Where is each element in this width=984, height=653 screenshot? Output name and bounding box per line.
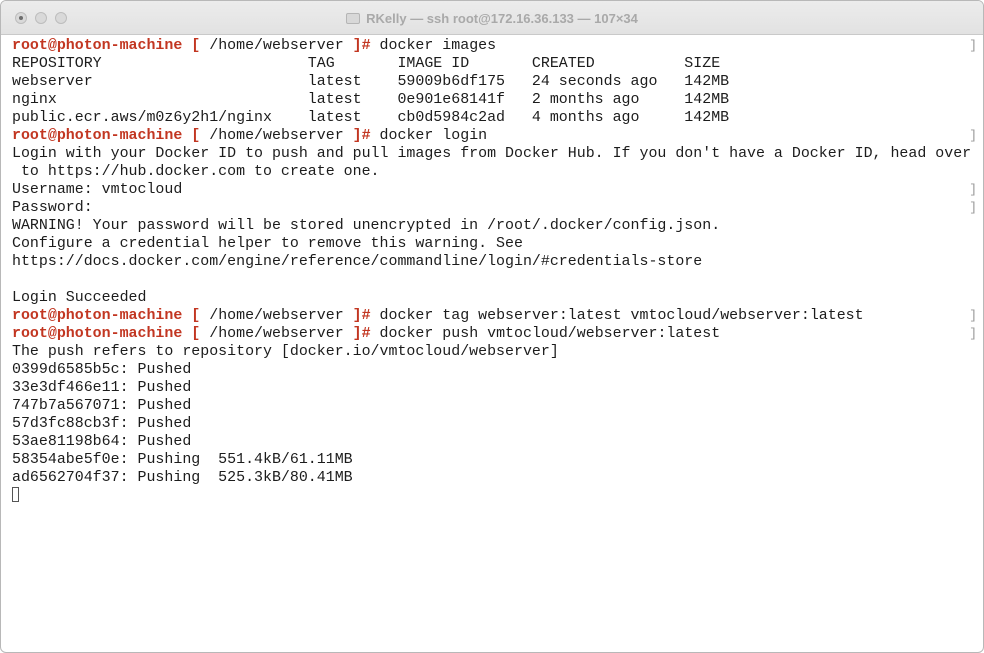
- output-text: 57d3fc88cb3f: Pushed: [12, 416, 192, 432]
- prompt-user-host: root@photon-machine: [12, 326, 183, 342]
- prompt-path: /home/webserver: [200, 308, 353, 324]
- output-line: public.ecr.aws/m0z6y2h1/nginx latest cb0…: [12, 109, 983, 127]
- shell-prompt: root@photon-machine [ /home/webserver ]#: [12, 326, 371, 342]
- prompt-open-bracket: [: [191, 128, 201, 144]
- output-text: ad6562704f37: Pushing 525.3kB/80.41MB: [12, 470, 353, 486]
- output-text: WARNING! Your password will be stored un…: [12, 218, 721, 234]
- output-text: Username: vmtocloud: [12, 182, 183, 198]
- output-text: Configure a credential helper to remove …: [12, 236, 523, 252]
- output-text: 747b7a567071: Pushed: [12, 398, 192, 414]
- output-line: Password:]: [12, 199, 983, 217]
- output-text: Login with your Docker ID to push and pu…: [12, 146, 972, 162]
- prompt-user-host: root@photon-machine: [12, 128, 183, 144]
- line-mark: ]: [969, 182, 977, 197]
- command-line: root@photon-machine [ /home/webserver ]#…: [12, 127, 983, 145]
- output-line: Login with your Docker ID to push and pu…: [12, 145, 983, 163]
- output-text: to https://hub.docker.com to create one.: [12, 164, 380, 180]
- output-line: Login Succeeded: [12, 289, 983, 307]
- prompt-path: /home/webserver: [200, 326, 353, 342]
- text-cursor[interactable]: [12, 487, 19, 502]
- window-title: RKelly — ssh root@172.16.36.133 — 107×34: [366, 10, 638, 26]
- output-line: 53ae81198b64: Pushed: [12, 433, 983, 451]
- line-mark: ]: [969, 326, 977, 341]
- prompt-close-bracket: ]#: [352, 128, 371, 144]
- output-line: WARNING! Your password will be stored un…: [12, 217, 983, 235]
- output-text: 58354abe5f0e: Pushing 551.4kB/61.11MB: [12, 452, 353, 468]
- line-mark: ]: [969, 128, 977, 143]
- output-text: REPOSITORY TAG IMAGE ID CREATED SIZE: [12, 56, 721, 72]
- prompt-open-bracket: [: [191, 38, 201, 54]
- output-text: Login Succeeded: [12, 290, 147, 306]
- prompt-path: /home/webserver: [200, 38, 353, 54]
- output-line: The push refers to repository [docker.io…: [12, 343, 983, 361]
- prompt-open-bracket: [: [191, 326, 201, 342]
- line-mark: ]: [969, 308, 977, 323]
- window-title-wrap: RKelly — ssh root@172.16.36.133 — 107×34: [1, 1, 983, 35]
- output-text: 0399d6585b5c: Pushed: [12, 362, 192, 378]
- output-line: Configure a credential helper to remove …: [12, 235, 983, 253]
- prompt-open-bracket: [: [191, 308, 201, 324]
- output-text: Password:: [12, 200, 93, 216]
- prompt-close-bracket: ]#: [352, 308, 371, 324]
- folder-icon: [346, 12, 361, 24]
- command-text: docker login: [370, 128, 488, 144]
- output-text: public.ecr.aws/m0z6y2h1/nginx latest cb0…: [12, 110, 730, 126]
- output-line: 747b7a567071: Pushed: [12, 397, 983, 415]
- output-line: REPOSITORY TAG IMAGE ID CREATED SIZE: [12, 55, 983, 73]
- terminal-window: RKelly — ssh root@172.16.36.133 — 107×34…: [0, 0, 984, 653]
- prompt-user-host: root@photon-machine: [12, 308, 183, 324]
- output-line: 57d3fc88cb3f: Pushed: [12, 415, 983, 433]
- prompt-path: /home/webserver: [200, 128, 353, 144]
- output-line: nginx latest 0e901e68141f 2 months ago 1…: [12, 91, 983, 109]
- prompt-close-bracket: ]#: [352, 38, 371, 54]
- output-line: to https://hub.docker.com to create one.: [12, 163, 983, 181]
- output-text: 53ae81198b64: Pushed: [12, 434, 192, 450]
- output-line: ad6562704f37: Pushing 525.3kB/80.41MB: [12, 469, 983, 487]
- output-line: 0399d6585b5c: Pushed: [12, 361, 983, 379]
- output-line: Username: vmtocloud]: [12, 181, 983, 199]
- command-line: root@photon-machine [ /home/webserver ]#…: [12, 325, 983, 343]
- title-bar[interactable]: RKelly — ssh root@172.16.36.133 — 107×34: [1, 1, 983, 35]
- output-line: webserver latest 59009b6df175 24 seconds…: [12, 73, 983, 91]
- prompt-close-bracket: ]#: [352, 326, 371, 342]
- output-text: https://docs.docker.com/engine/reference…: [12, 254, 703, 270]
- command-text: docker images: [370, 38, 497, 54]
- line-mark: ]: [969, 38, 977, 53]
- output-line: 58354abe5f0e: Pushing 551.4kB/61.11MB: [12, 451, 983, 469]
- command-text: docker tag webserver:latest vmtocloud/we…: [370, 308, 864, 324]
- terminal-output[interactable]: root@photon-machine [ /home/webserver ]#…: [1, 37, 983, 652]
- output-text: 33e3df466e11: Pushed: [12, 380, 192, 396]
- output-text: nginx latest 0e901e68141f 2 months ago 1…: [12, 92, 730, 108]
- shell-prompt: root@photon-machine [ /home/webserver ]#: [12, 128, 371, 144]
- command-text: docker push vmtocloud/webserver:latest: [370, 326, 721, 342]
- prompt-user-host: root@photon-machine: [12, 38, 183, 54]
- shell-prompt: root@photon-machine [ /home/webserver ]#: [12, 308, 371, 324]
- cursor-line: [12, 487, 983, 505]
- output-text: webserver latest 59009b6df175 24 seconds…: [12, 74, 730, 90]
- output-line: https://docs.docker.com/engine/reference…: [12, 253, 983, 271]
- command-line: root@photon-machine [ /home/webserver ]#…: [12, 37, 983, 55]
- line-mark: ]: [969, 200, 977, 215]
- command-line: root@photon-machine [ /home/webserver ]#…: [12, 307, 983, 325]
- shell-prompt: root@photon-machine [ /home/webserver ]#: [12, 38, 371, 54]
- output-text: The push refers to repository [docker.io…: [12, 344, 559, 360]
- output-line: 33e3df466e11: Pushed: [12, 379, 983, 397]
